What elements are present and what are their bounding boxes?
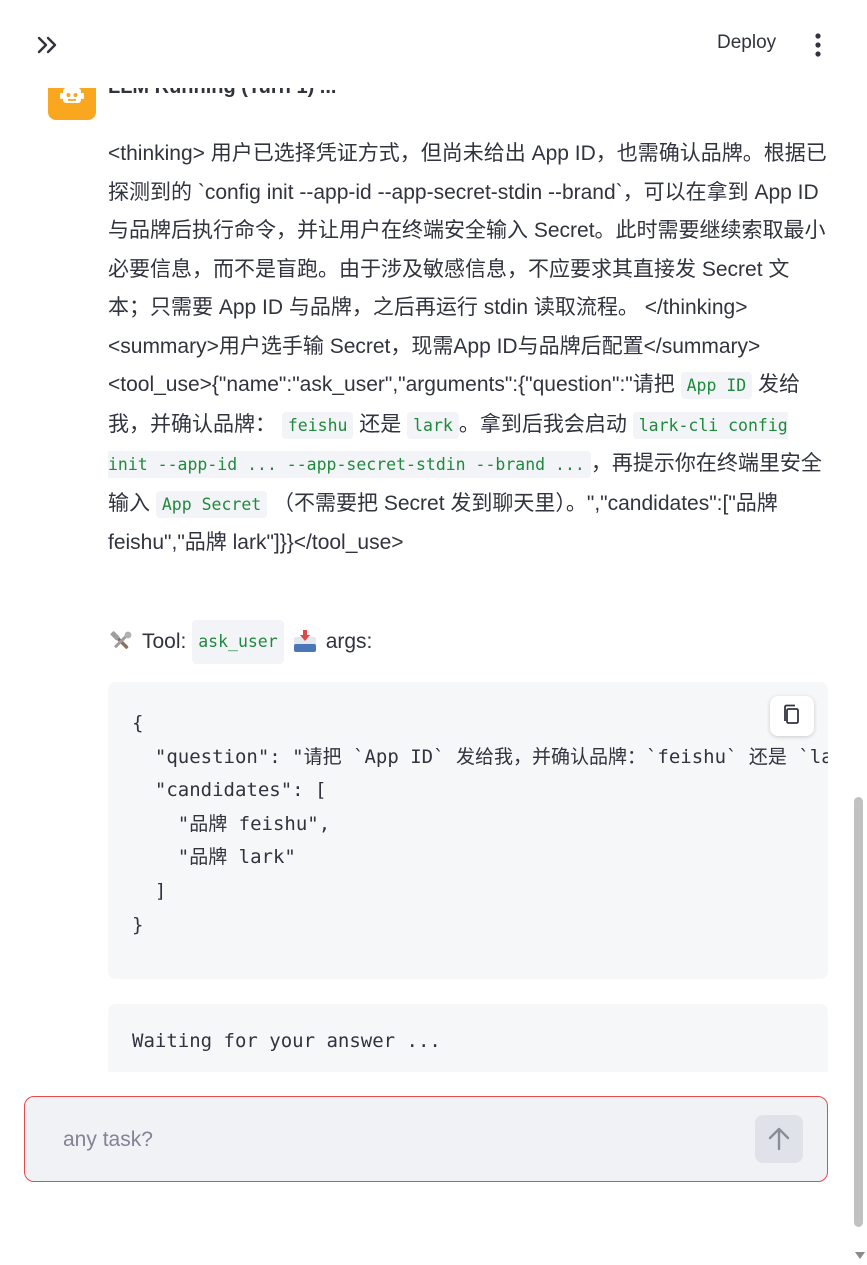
message-text: <thinking> 用户已选择凭证方式，但尚未给出 App ID，也需确认品牌… xyxy=(108,142,827,396)
deploy-button[interactable]: Deploy xyxy=(707,30,786,56)
waiting-code-block: Waiting for your answer ... xyxy=(108,1004,828,1072)
scrollbar-thumb[interactable] xyxy=(854,797,863,1227)
tool-name: ask_user xyxy=(192,620,284,664)
tool-call-line: Tool: ask_user args: xyxy=(108,620,372,664)
inline-code: feishu xyxy=(281,411,354,439)
vertical-ellipsis-icon xyxy=(815,33,821,57)
double-chevron-right-icon xyxy=(37,36,57,54)
expand-sidebar-button[interactable] xyxy=(33,30,63,60)
chat-input-container xyxy=(24,1096,828,1182)
arrow-up-icon xyxy=(768,1127,790,1151)
args-label: args: xyxy=(325,630,373,653)
message-text: 还是 xyxy=(353,412,408,436)
chat-input[interactable] xyxy=(61,1121,705,1159)
copy-button[interactable] xyxy=(770,696,814,736)
app-header: Deploy xyxy=(0,0,867,88)
args-json: { "question": "请把 `App ID` 发给我，并确认品牌：`fe… xyxy=(132,712,828,936)
send-button[interactable] xyxy=(755,1115,803,1163)
inline-code: App Secret xyxy=(155,490,268,518)
main-menu-button[interactable] xyxy=(808,32,828,58)
inline-code: App ID xyxy=(680,372,753,399)
hammer-wrench-icon xyxy=(110,631,132,649)
tool-label: Tool: xyxy=(142,630,187,653)
assistant-message: <thinking> 用户已选择凭证方式，但尚未给出 App ID，也需确认品牌… xyxy=(108,135,828,563)
waiting-status: Waiting for your answer ... xyxy=(132,1030,441,1052)
scroll-down-arrow[interactable] xyxy=(855,1252,865,1259)
inline-code: lark xyxy=(407,411,459,439)
message-text: 。拿到后我会启动 xyxy=(458,412,633,436)
inbox-tray-icon xyxy=(293,630,316,652)
copy-icon xyxy=(784,704,799,724)
args-code-block: { "question": "请把 `App ID` 发给我，并确认品牌：`fe… xyxy=(108,682,828,979)
